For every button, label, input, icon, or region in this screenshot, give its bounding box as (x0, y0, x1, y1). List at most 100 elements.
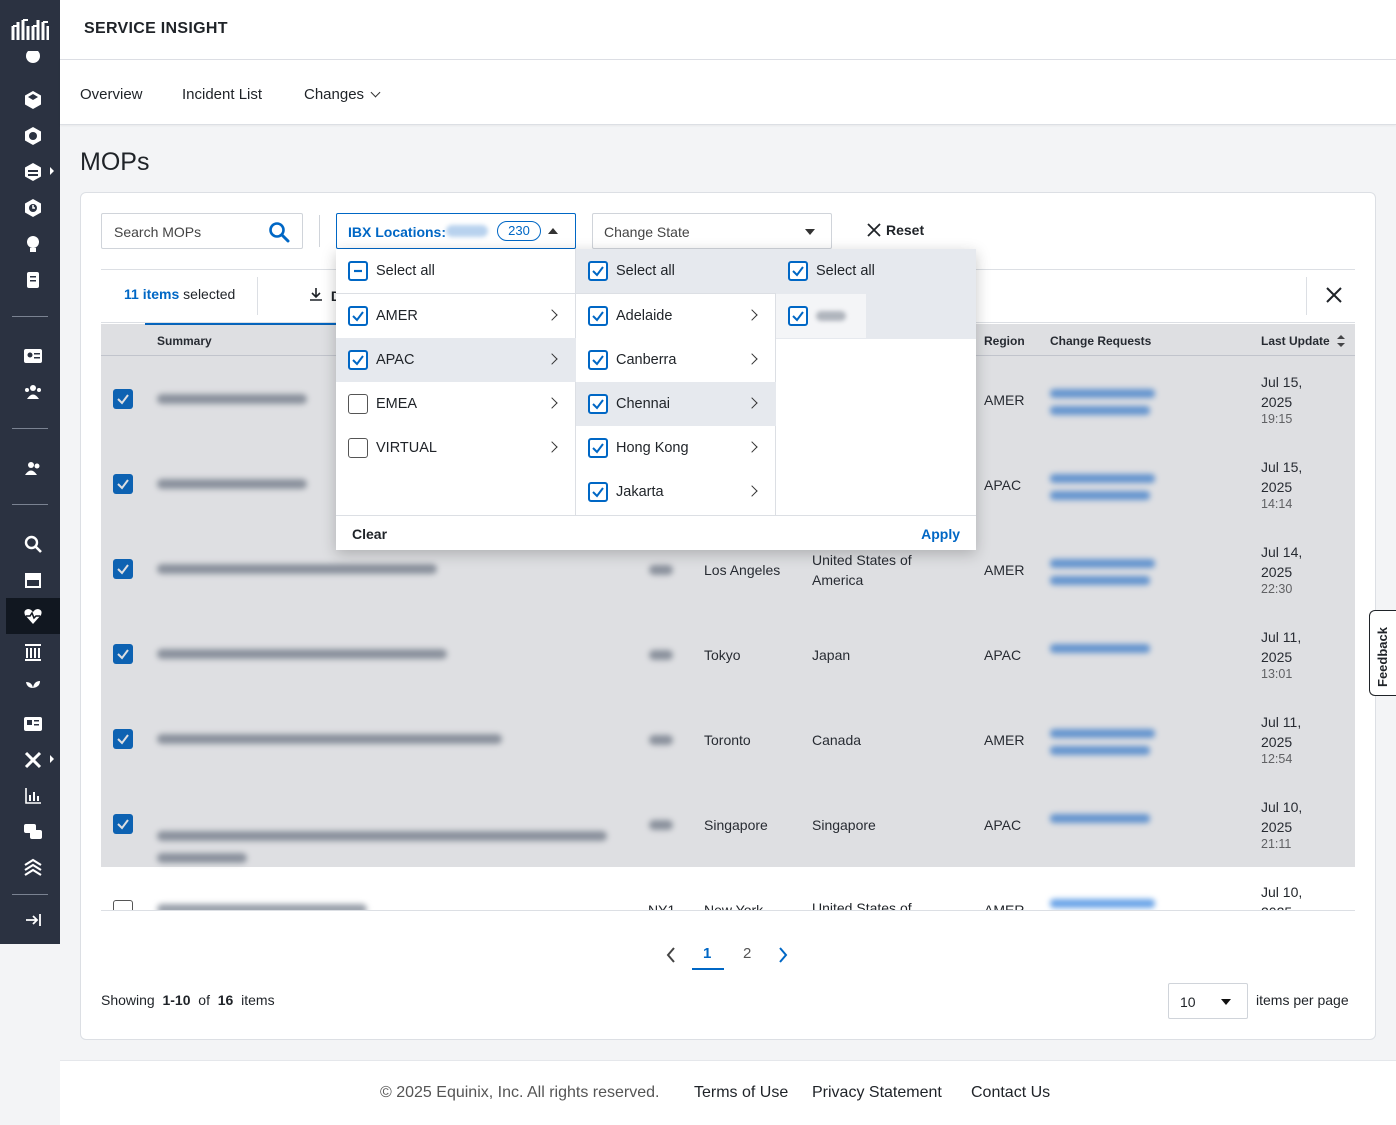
next-page-icon[interactable] (777, 946, 789, 964)
building-icon[interactable] (6, 634, 60, 670)
change-request-link[interactable] (1050, 644, 1150, 653)
dropdown-option[interactable]: Canberra (576, 338, 776, 382)
page-2-button[interactable]: 2 (743, 945, 751, 962)
dropdown-option[interactable]: EMEA (336, 382, 576, 426)
change-request-link[interactable] (1050, 576, 1150, 585)
chevron-right-icon[interactable] (546, 309, 558, 321)
row-checkbox[interactable] (113, 644, 133, 664)
clock-icon[interactable] (6, 190, 60, 226)
checkbox-partial[interactable] (348, 261, 368, 281)
page-1-button[interactable]: 1 (703, 945, 711, 962)
change-request-link[interactable] (1050, 406, 1150, 415)
row-checkbox[interactable] (113, 559, 133, 579)
tools-icon[interactable] (6, 742, 60, 778)
chevron-right-icon[interactable] (746, 353, 758, 365)
dropdown-option[interactable]: Chennai (576, 382, 776, 426)
store-icon[interactable] (6, 562, 60, 598)
search-icon[interactable] (6, 526, 60, 562)
id-card-icon[interactable] (6, 338, 60, 374)
select-all-option[interactable]: Select all (776, 249, 976, 294)
ibx-locations-filter[interactable]: IBX Locations: 230 (336, 213, 576, 249)
reset-button[interactable]: Reset (866, 222, 924, 238)
table-row[interactable]: Tokyo Japan APAC Jul 11, 2025 13:01 (101, 611, 1355, 696)
change-request-link[interactable] (1050, 559, 1155, 568)
chevron-right-icon[interactable] (546, 397, 558, 409)
cube-icon[interactable] (6, 82, 60, 118)
chevron-right-icon[interactable] (746, 485, 758, 497)
checkbox-checked[interactable] (788, 261, 808, 281)
row-checkbox[interactable] (113, 729, 133, 749)
checkbox-checked[interactable] (588, 482, 608, 502)
row-checkbox[interactable] (113, 900, 133, 910)
chevron-right-icon[interactable] (746, 441, 758, 453)
checkbox-checked[interactable] (348, 350, 368, 370)
users-icon[interactable] (6, 374, 60, 410)
change-request-link[interactable] (1050, 814, 1150, 823)
change-request-link[interactable] (1050, 474, 1155, 483)
equinix-logo[interactable] (10, 14, 50, 46)
checkbox-unchecked[interactable] (348, 438, 368, 458)
dropdown-option[interactable]: VIRTUAL (336, 426, 576, 470)
dropdown-option[interactable]: Adelaide (576, 294, 776, 338)
change-state-filter[interactable]: Change State (592, 213, 832, 249)
tab-changes[interactable]: Changes (304, 86, 381, 103)
row-checkbox[interactable] (113, 814, 133, 834)
change-request-link[interactable] (1050, 389, 1155, 398)
select-all-option[interactable]: Select all (336, 249, 576, 294)
privacy-link[interactable]: Privacy Statement (812, 1084, 942, 1102)
dropdown-option[interactable]: Hong Kong (576, 426, 776, 470)
bar-chart-icon[interactable] (6, 778, 60, 814)
terms-link[interactable]: Terms of Use (694, 1084, 788, 1102)
items-per-page-select[interactable]: 10 (1168, 983, 1248, 1019)
row-checkbox[interactable] (113, 474, 133, 494)
chevron-right-icon[interactable] (746, 397, 758, 409)
health-icon[interactable] (6, 598, 60, 634)
checkbox-checked[interactable] (588, 394, 608, 414)
chevron-right-icon[interactable] (546, 353, 558, 365)
contact-link[interactable]: Contact Us (971, 1084, 1050, 1102)
expand-sidebar-icon[interactable] (6, 902, 60, 938)
checkbox-checked[interactable] (588, 261, 608, 281)
chevron-right-icon[interactable] (746, 309, 758, 321)
change-request-link[interactable] (1050, 729, 1155, 738)
row-checkbox[interactable] (113, 389, 133, 409)
clear-button[interactable]: Clear (352, 526, 387, 542)
table-row[interactable]: Toronto Canada AMER Jul 11, 2025 12:54 (101, 696, 1355, 781)
th-change-requests[interactable]: Change Requests (1050, 334, 1151, 348)
prev-page-icon[interactable] (665, 946, 677, 964)
sort-icon[interactable] (1336, 334, 1346, 348)
th-last-update[interactable]: Last Update (1261, 334, 1330, 348)
table-row[interactable]: NY1 New York United States of AMER Jul 10, … (101, 866, 1355, 910)
apply-button[interactable]: Apply (921, 526, 960, 542)
checkbox-checked[interactable] (588, 350, 608, 370)
team-icon[interactable] (6, 450, 60, 486)
ibx-item[interactable] (776, 294, 866, 338)
change-request-link[interactable] (1050, 491, 1150, 500)
select-all-option[interactable]: Select all (576, 249, 776, 294)
th-summary[interactable]: Summary (157, 334, 212, 348)
th-region[interactable]: Region (984, 334, 1025, 348)
checkbox-checked[interactable] (588, 438, 608, 458)
change-request-link[interactable] (1050, 899, 1155, 908)
change-request-link[interactable] (1050, 746, 1150, 755)
lightbulb-icon[interactable] (6, 226, 60, 262)
chevron-right-icon[interactable] (546, 441, 558, 453)
feedback-tab[interactable]: Feedback (1369, 610, 1396, 696)
search-icon[interactable] (268, 221, 290, 246)
globe-icon[interactable] (6, 118, 60, 154)
layers-icon[interactable] (6, 850, 60, 886)
dropdown-option[interactable]: AMER (336, 294, 576, 338)
dropdown-option[interactable]: Jakarta (576, 470, 776, 514)
tab-overview[interactable]: Overview (80, 86, 143, 103)
close-selection-button[interactable] (1323, 284, 1345, 309)
sprout-icon[interactable] (6, 670, 60, 706)
table-row[interactable]: Singapore Singapore APAC Jul 10, 2025 21:1… (101, 781, 1355, 866)
search-input[interactable]: Search MOPs (101, 213, 303, 249)
analytics-icon[interactable] (6, 50, 60, 72)
checkbox-checked[interactable] (788, 306, 808, 326)
checkbox-checked[interactable] (348, 306, 368, 326)
newspaper-icon[interactable] (6, 706, 60, 742)
chat-icon[interactable] (6, 814, 60, 850)
tab-incident-list[interactable]: Incident List (182, 86, 262, 103)
document-icon[interactable] (6, 262, 60, 298)
